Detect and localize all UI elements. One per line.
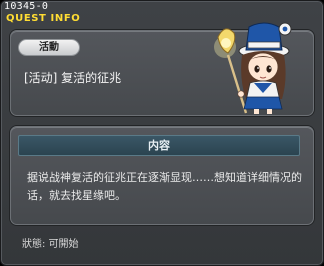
quest-description: 据说战神复活的征兆正在逐渐显现……想知道详细情况的话，就去找星缘吧。 — [27, 171, 302, 202]
quest-category-badge: 活動 — [18, 39, 80, 56]
window-title: QUEST INFO — [6, 13, 81, 24]
quest-name: [活动] 复活的征兆 — [24, 71, 122, 85]
content-header: 内容 — [18, 135, 300, 156]
quest-info-window: 10345-0 QUEST INFO 活動 [活动] 复活的征兆 内容 据说战神… — [0, 0, 324, 266]
quest-status: 狀態: 可開始 — [22, 239, 79, 250]
quest-id: 10345-0 — [4, 1, 49, 12]
npc-portrait-icon — [214, 22, 292, 114]
